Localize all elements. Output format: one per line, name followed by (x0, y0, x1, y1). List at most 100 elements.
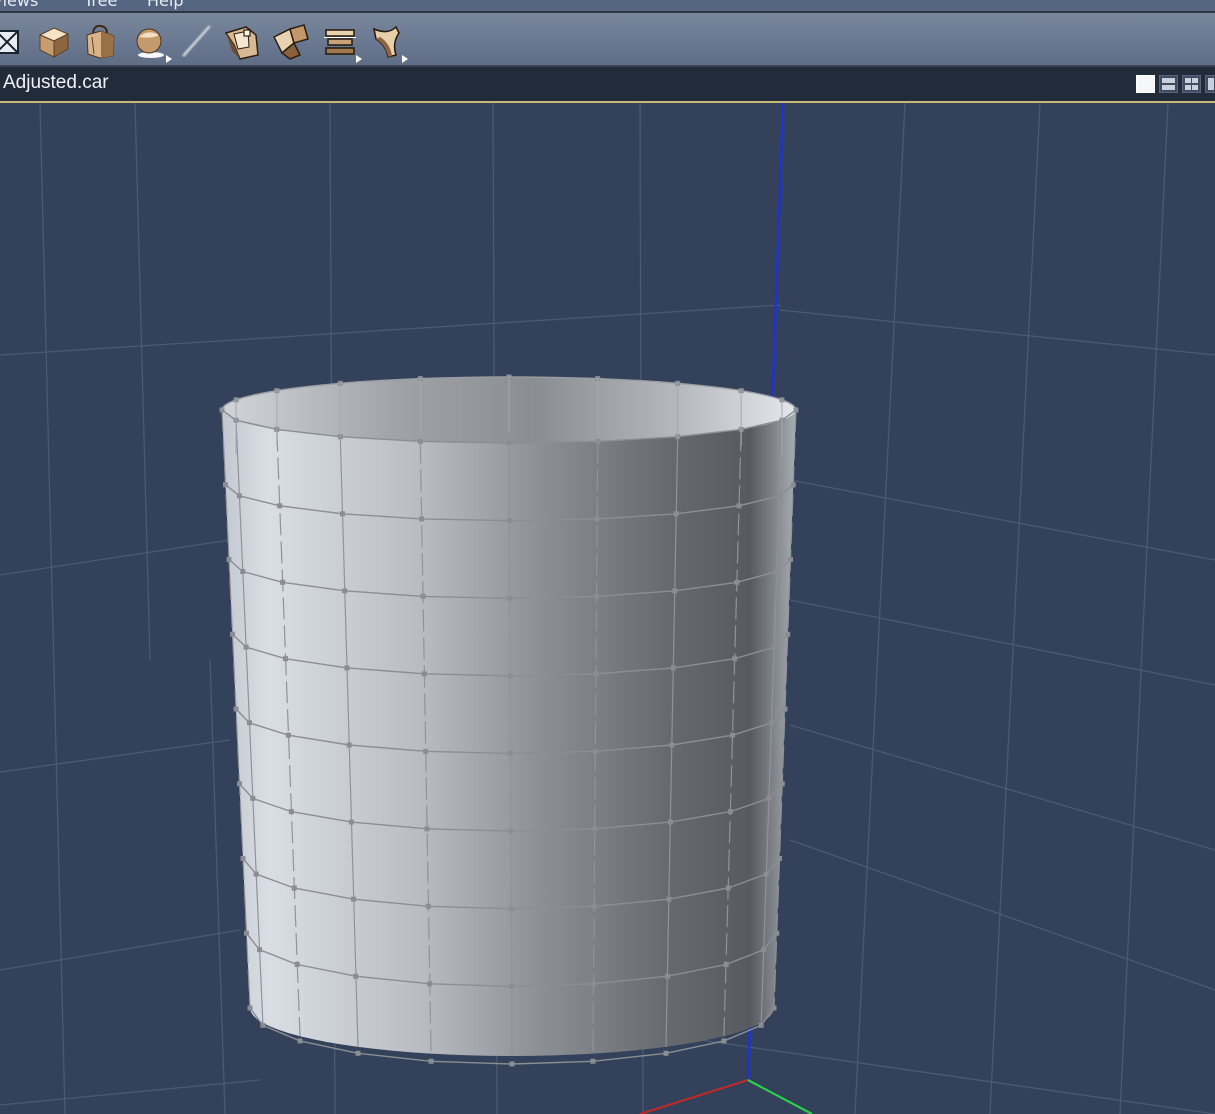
mesh-vertex (230, 631, 235, 637)
mesh-vertex (790, 482, 796, 488)
grid-line (1119, 103, 1169, 1114)
mesh-vertex (237, 781, 242, 787)
grid-line (209, 659, 226, 1114)
menu-views[interactable]: Views (0, 0, 38, 10)
menu-bar: Views Tree Help (0, 0, 1215, 11)
mesh-vertex (508, 828, 514, 834)
mesh-vertex (592, 748, 598, 754)
grid-line (0, 739, 231, 773)
mesh-vertex (673, 511, 679, 517)
bend-deformer-icon[interactable] (366, 21, 408, 63)
mesh-vertex (664, 973, 670, 979)
mesh-vertex (346, 742, 352, 748)
mesh-vertex (730, 732, 736, 738)
mesh-vertex (419, 516, 425, 522)
mesh-vertex (355, 1050, 361, 1056)
mesh-vertex (666, 896, 672, 902)
mesh-vertex (417, 438, 423, 444)
sphere-primitive-icon[interactable] (130, 21, 172, 63)
mesh-vertex (785, 631, 791, 637)
viewport-title: Adjusted.car (3, 72, 109, 93)
mesh-vertex (243, 644, 249, 650)
mesh-vertex (283, 656, 289, 662)
cylinder-mesh (219, 374, 799, 1067)
mesh-vertex (342, 588, 348, 594)
mesh-vertex (260, 1022, 266, 1028)
x-axis (639, 1078, 749, 1114)
menu-help[interactable]: Help (147, 0, 183, 10)
mesh-vertex (732, 656, 738, 662)
grid-line (854, 103, 906, 1114)
mesh-vertex (727, 809, 733, 815)
mesh-vertex (725, 885, 731, 891)
mesh-vertex (592, 826, 598, 832)
mesh-vertex (340, 511, 346, 517)
mesh-vertex (351, 896, 357, 902)
mesh-vertex (507, 673, 513, 679)
mesh-vertex (591, 903, 597, 909)
mesh-vertex (591, 981, 597, 987)
grid-line (0, 539, 231, 576)
mesh-vertex (736, 503, 742, 509)
close-box-icon[interactable] (0, 21, 26, 61)
mesh-vertex (595, 438, 601, 444)
slice-deformer-icon[interactable] (320, 21, 362, 63)
mesh-vertex (734, 579, 740, 585)
mesh-vertex (594, 516, 600, 522)
mesh-vertex (233, 706, 239, 712)
toolbar (0, 13, 1215, 67)
mesh-vertex (256, 947, 262, 953)
grid-line (789, 599, 1215, 686)
mesh-vertex (782, 706, 788, 712)
mesh-vertex (788, 557, 793, 562)
grid-line (699, 1039, 1215, 1114)
y-axis (747, 1079, 813, 1114)
grid-line (779, 309, 1215, 356)
mesh-vertex (769, 720, 775, 726)
mesh-vertex (507, 595, 513, 601)
pen-tool-icon[interactable] (178, 21, 218, 61)
mesh-vertex (774, 568, 780, 574)
mesh-vertex (506, 440, 512, 446)
three-views-layout-icon[interactable] (1205, 75, 1215, 93)
3d-viewport[interactable] (0, 103, 1215, 1114)
four-views-layout-icon[interactable] (1182, 75, 1201, 93)
mesh-vertex (291, 885, 297, 891)
mesh-vertex (244, 930, 249, 936)
mesh-vertex (721, 1038, 727, 1044)
mesh-vertex (250, 795, 256, 801)
grid-line (789, 724, 1215, 851)
mesh-vertex (226, 557, 232, 562)
mesh-vertex (428, 1058, 434, 1064)
scene-canvas[interactable] (0, 103, 1215, 1114)
mesh-vertex (590, 1058, 596, 1064)
twist-deformer-icon[interactable] (222, 21, 262, 61)
mesh-vertex (670, 665, 676, 671)
mesh-vertex (594, 593, 600, 599)
mesh-vertex (776, 493, 782, 499)
grid-line (989, 103, 1041, 1114)
mesh-vertex (240, 856, 246, 861)
menu-tree[interactable]: Tree (84, 0, 117, 10)
mesh-vertex (771, 1005, 777, 1011)
grid-line (789, 479, 1215, 561)
mesh-vertex (288, 809, 294, 815)
single-view-layout-icon[interactable] (1136, 75, 1155, 93)
fold-deformer-icon[interactable] (270, 21, 310, 61)
mesh-vertex (771, 644, 777, 650)
grid-line (0, 929, 241, 971)
mesh-vertex (508, 751, 513, 756)
box-primitive-icon[interactable] (34, 21, 74, 61)
bag-primitive-icon[interactable] (80, 21, 120, 61)
grid-line (0, 1079, 261, 1106)
mesh-vertex (763, 871, 769, 877)
two-views-layout-icon[interactable] (1159, 75, 1178, 93)
mesh-vertex (593, 671, 599, 677)
mesh-vertex (247, 1005, 253, 1011)
mesh-vertex (277, 503, 283, 509)
mesh-vertex (240, 568, 246, 574)
mesh-vertex (420, 593, 426, 599)
mesh-vertex (285, 732, 291, 738)
mesh-vertex (424, 826, 430, 832)
mesh-vertex (774, 930, 780, 936)
